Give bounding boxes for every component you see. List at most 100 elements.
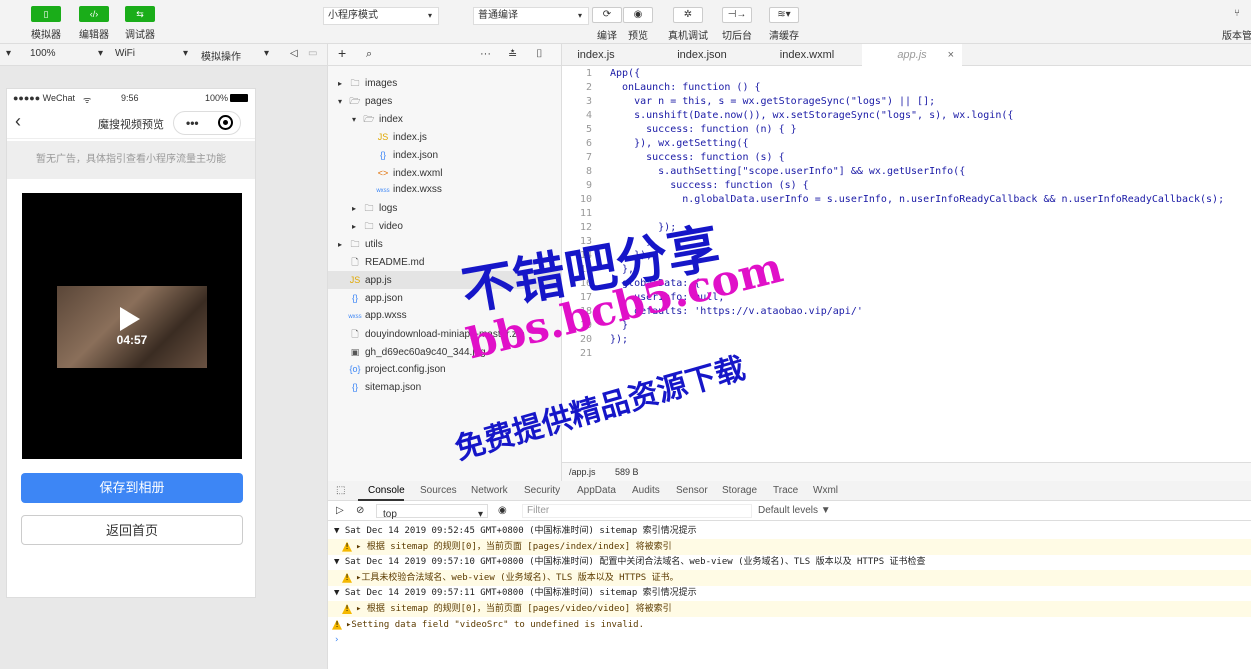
tab-audits[interactable]: Audits [632, 485, 660, 496]
code-line: }); [610, 334, 629, 345]
zoom-select[interactable]: 100% [30, 48, 56, 59]
collapse-icon[interactable]: ≛ [508, 48, 517, 61]
console-row-text: › [334, 635, 340, 646]
debugger-button[interactable]: ⇆ 调试器 [116, 6, 164, 41]
tab-index-wxml[interactable]: index.wxml [762, 44, 852, 66]
network-select[interactable]: WiFi [115, 48, 135, 59]
tab-security[interactable]: Security [524, 485, 560, 496]
split-icon[interactable]: ⌷ [536, 48, 543, 61]
version-button[interactable]: ⑂ 版本管 [1222, 7, 1251, 42]
search-icon[interactable]: ⌕ [366, 48, 372, 61]
filter-input[interactable]: Filter [522, 504, 752, 518]
tree-item[interactable]: {o} project.config.json [328, 360, 562, 378]
tab-console[interactable]: Console [368, 485, 405, 496]
branch-icon: ⑂ [1234, 8, 1240, 19]
bug-icon: ✲ [673, 7, 703, 23]
code-line: s.authSetting["scope.userInfo"] && wx.ge… [610, 166, 966, 177]
tab-index-json[interactable]: index.json [662, 44, 742, 66]
line-number: 4 [585, 110, 592, 121]
simulator-icon: ▯ [31, 6, 61, 22]
console-row: ▼ Sat Dec 14 2019 09:57:11 GMT+0800 (中国标… [328, 585, 1251, 601]
file-icon: wxss [376, 188, 390, 195]
mode-select[interactable]: 小程序模式 ▾ [323, 7, 439, 25]
chevron-down-icon[interactable]: ▾ [6, 48, 11, 59]
switch-icon: ⊣→ [722, 7, 752, 23]
tree-item[interactable]: {} index.json [328, 146, 562, 164]
clear-console-icon[interactable]: ⊘ [356, 505, 364, 516]
tree-item[interactable]: ▸ 🗀 images [328, 74, 562, 92]
tab-appdata[interactable]: AppData [577, 485, 616, 496]
tree-item[interactable]: <> index.wxml [328, 164, 562, 182]
more-icon[interactable]: ••• [186, 116, 199, 130]
remote-debug-button[interactable]: ✲ 真机调试 [666, 7, 710, 42]
console-row: ▼ Sat Dec 14 2019 09:57:10 GMT+0800 (中国标… [328, 554, 1251, 570]
tab-storage[interactable]: Storage [722, 485, 757, 496]
tree-item-label: pages [365, 95, 393, 107]
tree-item[interactable]: ▸ 🗀 video [328, 217, 562, 235]
layers-icon: ≋▾ [769, 7, 799, 23]
video-duration: 04:57 [116, 333, 148, 347]
file-icon: {} [379, 149, 386, 160]
sidebar-toggle-icon[interactable]: ▷ [336, 505, 344, 516]
context-select[interactable]: top ▾ [376, 504, 488, 520]
video-player[interactable]: 04:57 [22, 193, 242, 459]
save-to-album-button[interactable]: 保存到相册 [21, 473, 243, 503]
back-home-button[interactable]: 返回首页 [21, 515, 243, 545]
tree-item[interactable]: ▾ 🗁 index [328, 110, 562, 128]
file-icon: JS [377, 131, 389, 142]
close-icon[interactable]: × [948, 44, 954, 66]
tree-item[interactable]: ▾ 🗁 pages [328, 92, 562, 110]
console-row: › [328, 632, 1251, 648]
eye-icon[interactable]: ◉ [498, 505, 507, 516]
line-number: 6 [585, 138, 592, 149]
editor-button[interactable]: ‹/› 编辑器 [70, 6, 118, 41]
tree-item[interactable]: wxss index.wxss [328, 181, 562, 199]
simulator-button[interactable]: ▯ 模拟器 [22, 6, 70, 41]
battery-icon [230, 94, 248, 102]
more-icon[interactable]: ··· [480, 48, 491, 60]
folder-icon: 🗀 [364, 203, 374, 214]
tree-item-label: logs [379, 203, 398, 215]
folder-icon: 🗀 [350, 78, 360, 88]
levels-select[interactable]: Default levels ▼ [758, 505, 831, 516]
tab-index-js[interactable]: index.js [562, 44, 630, 66]
tree-item-label: index.json [393, 149, 439, 161]
battery-text: 100% [205, 93, 229, 103]
folder-icon: 🗁 [349, 95, 361, 106]
inspect-icon[interactable]: ⬚ [336, 485, 345, 496]
line-number: 10 [579, 194, 592, 205]
close-circle-icon[interactable] [218, 115, 233, 130]
devtools-console: ⬚ Console Sources Network Security AppDa… [327, 481, 1251, 669]
tree-item[interactable]: {} sitemap.json [328, 378, 562, 396]
tab-sources[interactable]: Sources [420, 485, 457, 496]
tree-item-label: index.js [393, 131, 427, 143]
operation-select[interactable]: 模拟操作 [201, 48, 241, 63]
compile-select[interactable]: 普通编译 ▾ [473, 7, 589, 25]
tab-app-js-label: app.js [897, 49, 927, 61]
tree-item-label: images [365, 78, 398, 89]
simulator-panel: ●●●●● WeChat ᯤ 9:56 100% ‹ 魔搜视频预览 ••• 暂无… [0, 66, 327, 669]
tree-item-label: utils [365, 239, 383, 251]
file-icon: {o} [349, 364, 361, 375]
tree-arrow-icon: ▸ [338, 240, 343, 250]
tab-trace[interactable]: Trace [773, 485, 798, 496]
tab-app-js[interactable]: app.js × [862, 44, 962, 66]
volume-icon[interactable]: ◁ [290, 48, 298, 59]
clear-cache-button[interactable]: ≋▾ 清缓存 [766, 7, 802, 42]
tree-item[interactable]: JS index.js [328, 128, 562, 146]
line-number: 8 [585, 166, 592, 177]
chevron-down-icon: ▾ [183, 48, 189, 59]
file-icon: 🗋 [351, 328, 359, 339]
file-icon: ▣ [350, 346, 360, 357]
play-icon[interactable] [120, 307, 140, 331]
tab-sensor[interactable]: Sensor [676, 485, 708, 496]
preview-button[interactable]: ◉ 预览 [620, 7, 656, 42]
warning-icon: ! [342, 541, 352, 552]
tree-item[interactable]: ▸ 🗀 logs [328, 199, 562, 217]
tab-wxml[interactable]: Wxml [813, 485, 838, 496]
background-button[interactable]: ⊣→ 切后台 [719, 7, 755, 42]
tab-network[interactable]: Network [471, 485, 508, 496]
add-icon[interactable]: + [338, 45, 346, 61]
code-line: success: function (s) { [610, 180, 809, 191]
screen-icon[interactable]: ▭ [308, 48, 317, 59]
